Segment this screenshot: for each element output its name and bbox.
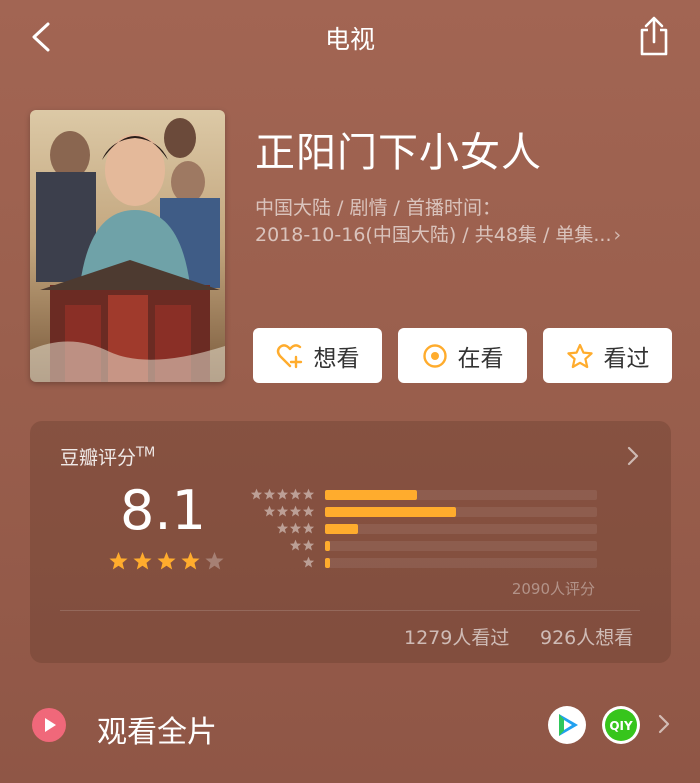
rating-label: 豆瓣评分TM	[60, 443, 155, 470]
rating-stars	[108, 551, 225, 572]
watching-button[interactable]: 在看	[398, 328, 527, 383]
star-icon	[133, 552, 152, 570]
small-star-icon	[302, 488, 315, 500]
watching-icon	[422, 343, 447, 368]
distribution-row	[245, 554, 597, 571]
distribution-row-stars	[245, 539, 315, 552]
page-title: 电视	[324, 25, 375, 54]
star-icon	[205, 552, 224, 570]
poster-artwork	[30, 110, 225, 382]
small-star-icon	[302, 505, 315, 517]
iqiyi-text: QIY	[609, 719, 633, 733]
small-star-icon	[263, 488, 276, 500]
star-outline-icon	[566, 343, 593, 368]
seen-count: 1279人看过	[404, 627, 510, 649]
small-star-icon	[263, 505, 276, 517]
watching-label: 在看	[457, 345, 504, 372]
small-star-icon	[276, 488, 289, 500]
distribution-bar-track	[325, 523, 597, 534]
watched-button[interactable]: 看过	[543, 328, 672, 383]
share-icon	[640, 16, 668, 56]
meta-line-1: 中国大陆 / 剧情 / 首播时间：	[255, 197, 501, 219]
want-to-watch-button[interactable]: 想看	[253, 328, 382, 383]
meta-line-2-text: 2018-10-16(中国大陆) / 共48集 / 单集...	[255, 224, 612, 246]
rating-distribution	[245, 486, 597, 571]
distribution-row	[245, 503, 597, 520]
distribution-row	[245, 486, 597, 503]
play-icon	[32, 708, 66, 742]
distribution-bar	[325, 506, 456, 517]
meta-more-icon: ›	[613, 224, 622, 246]
distribution-bar	[325, 540, 331, 551]
distribution-bar-track	[325, 557, 597, 568]
small-star-icon	[289, 522, 302, 534]
watch-full-label: 观看全片	[97, 715, 217, 750]
rating-count: 2090人评分	[511, 580, 595, 598]
small-star-icon	[276, 522, 289, 534]
distribution-bar	[325, 523, 358, 534]
tencent-video-icon[interactable]	[547, 705, 587, 745]
distribution-bar-track	[325, 506, 597, 517]
small-star-icon	[289, 539, 302, 551]
heart-plus-icon	[276, 343, 302, 368]
watched-label: 看过	[603, 345, 650, 372]
star-icon	[109, 552, 128, 570]
iqiyi-icon[interactable]: QIY	[601, 705, 641, 745]
movie-title: 正阳门下小女人	[255, 130, 542, 176]
small-star-icon	[302, 522, 315, 534]
share-button[interactable]	[634, 14, 674, 58]
distribution-row-stars	[245, 488, 315, 501]
distribution-row	[245, 520, 597, 537]
watch-chevron-icon	[658, 714, 670, 734]
distribution-row-stars	[245, 505, 315, 518]
small-star-icon	[302, 556, 315, 568]
distribution-bar-track	[325, 489, 597, 500]
small-star-icon	[276, 505, 289, 517]
distribution-bar	[325, 557, 331, 568]
distribution-row	[245, 537, 597, 554]
distribution-bar	[325, 489, 418, 500]
star-icon	[181, 552, 200, 570]
small-star-icon	[250, 488, 263, 500]
trademark: TM	[136, 445, 156, 461]
meta-line-2: 2018-10-16(中国大陆) / 共48集 / 单集... ›	[255, 222, 675, 249]
small-star-icon	[289, 488, 302, 500]
divider	[60, 610, 640, 611]
chevron-right-icon[interactable]	[626, 445, 640, 467]
want-count: 926人想看	[540, 627, 634, 649]
distribution-row-stars	[245, 522, 315, 535]
small-star-icon	[289, 505, 302, 517]
distribution-bar-track	[325, 540, 597, 551]
movie-meta[interactable]: 中国大陆 / 剧情 / 首播时间： 2018-10-16(中国大陆) / 共48…	[255, 195, 675, 249]
want-label: 想看	[313, 345, 360, 372]
douban-rating-card[interactable]: 豆瓣评分TM 8.1 2090人评分 1279人看过 926人想看	[30, 421, 671, 663]
poster-image[interactable]	[30, 110, 225, 382]
rating-score: 8.1	[120, 479, 206, 542]
small-star-icon	[302, 539, 315, 551]
top-bar: 电视	[0, 0, 700, 76]
watch-full-row[interactable]: 观看全片 QIY	[0, 690, 700, 760]
rating-label-text: 豆瓣评分	[60, 447, 137, 469]
star-icon	[157, 552, 176, 570]
distribution-row-stars	[245, 556, 315, 569]
